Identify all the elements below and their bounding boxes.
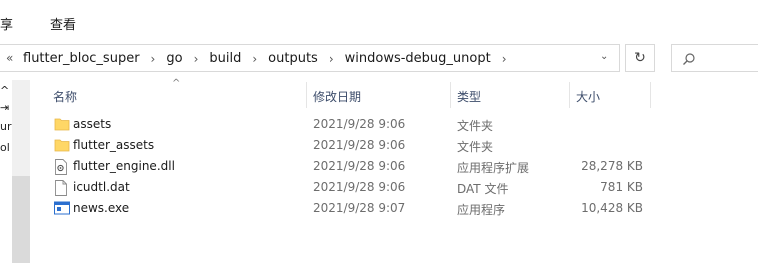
file-type: 文件夹 bbox=[457, 119, 494, 133]
navigation-pane-items: ^ ⇥ ur ol bbox=[0, 84, 12, 154]
folder-icon bbox=[54, 139, 70, 152]
file-name: icudtl.dat bbox=[73, 180, 130, 194]
breadcrumb-chevron-icon[interactable]: › bbox=[151, 52, 156, 66]
column-header-size[interactable]: 大小 bbox=[570, 82, 650, 108]
file-row[interactable]: flutter_assets 2021/9/28 9:06 文件夹 bbox=[50, 135, 650, 156]
column-header-date[interactable]: 修改日期 bbox=[307, 82, 450, 108]
refresh-icon: ↻ bbox=[634, 50, 646, 66]
file-row[interactable]: assets 2021/9/28 9:06 文件夹 bbox=[50, 114, 650, 135]
file-name: news.exe bbox=[73, 201, 130, 215]
search-icon bbox=[683, 53, 695, 65]
breadcrumb-chevron-icon[interactable]: › bbox=[329, 52, 334, 66]
breadcrumb: flutter_bloc_super › go › build › output… bbox=[22, 51, 517, 66]
file-row[interactable]: news.exe 2021/9/28 9:07 应用程序 10,428 KB bbox=[50, 198, 650, 219]
address-dropdown-icon[interactable]: ⌄ bbox=[600, 51, 608, 62]
tab-share[interactable]: 享 bbox=[0, 14, 13, 33]
folder-icon bbox=[54, 118, 70, 131]
exe-file-icon bbox=[54, 201, 70, 215]
breadcrumb-item[interactable]: windows-debug_unopt bbox=[344, 51, 492, 66]
file-type: 应用程序扩展 bbox=[457, 161, 530, 175]
breadcrumb-chevron-icon[interactable]: › bbox=[502, 52, 507, 66]
breadcrumb-chevron-icon[interactable]: › bbox=[252, 52, 257, 66]
address-overflow-icon[interactable]: « bbox=[6, 51, 13, 65]
file-size: 10,428 KB bbox=[581, 201, 643, 215]
column-header-type[interactable]: 类型 bbox=[451, 82, 569, 108]
ribbon: 享 查看 bbox=[0, 0, 758, 40]
file-name: assets bbox=[73, 117, 112, 131]
dll-file-icon bbox=[55, 159, 67, 175]
breadcrumb-chevron-icon[interactable]: › bbox=[194, 52, 199, 66]
nav-expand-icon[interactable]: ^ bbox=[0, 84, 12, 97]
file-date: 2021/9/28 9:06 bbox=[313, 180, 406, 194]
file-row[interactable]: flutter_engine.dll 2021/9/28 9:06 应用程序扩展… bbox=[50, 156, 650, 177]
breadcrumb-item[interactable]: go bbox=[165, 51, 183, 66]
column-header-label: 类型 bbox=[457, 90, 482, 104]
blank-file-icon bbox=[55, 180, 67, 196]
file-date: 2021/9/28 9:06 bbox=[313, 138, 406, 152]
file-type: 应用程序 bbox=[457, 203, 506, 217]
file-name: flutter_engine.dll bbox=[73, 159, 175, 173]
breadcrumb-item[interactable]: flutter_bloc_super bbox=[22, 51, 141, 66]
column-header-name[interactable]: 名称 bbox=[50, 82, 306, 108]
search-input[interactable] bbox=[671, 44, 758, 72]
file-date: 2021/9/28 9:06 bbox=[313, 159, 406, 173]
column-header-label: 名称 bbox=[53, 90, 78, 104]
file-date: 2021/9/28 9:07 bbox=[313, 201, 406, 215]
nav-scrollbar-thumb[interactable] bbox=[12, 176, 30, 263]
address-bar[interactable]: « flutter_bloc_super › go › build › outp… bbox=[0, 44, 620, 72]
breadcrumb-item[interactable]: outputs bbox=[267, 51, 319, 66]
nav-item-fragment[interactable]: ur bbox=[0, 120, 12, 133]
file-size: 28,278 KB bbox=[581, 159, 643, 173]
nav-item-fragment[interactable]: ol bbox=[0, 141, 12, 154]
file-name: flutter_assets bbox=[73, 138, 155, 152]
file-size: 781 KB bbox=[600, 180, 643, 194]
refresh-button[interactable]: ↻ bbox=[625, 44, 655, 72]
column-divider[interactable] bbox=[650, 82, 651, 108]
file-row[interactable]: icudtl.dat 2021/9/28 9:06 DAT 文件 781 KB bbox=[50, 177, 650, 198]
tab-view[interactable]: 查看 bbox=[50, 14, 76, 33]
file-type: 文件夹 bbox=[457, 140, 494, 154]
file-type: DAT 文件 bbox=[457, 182, 509, 196]
nav-pin-icon[interactable]: ⇥ bbox=[0, 101, 12, 114]
breadcrumb-item[interactable]: build bbox=[208, 51, 242, 66]
column-header-label: 大小 bbox=[576, 90, 601, 104]
file-date: 2021/9/28 9:06 bbox=[313, 117, 406, 131]
column-header-label: 修改日期 bbox=[313, 90, 362, 104]
